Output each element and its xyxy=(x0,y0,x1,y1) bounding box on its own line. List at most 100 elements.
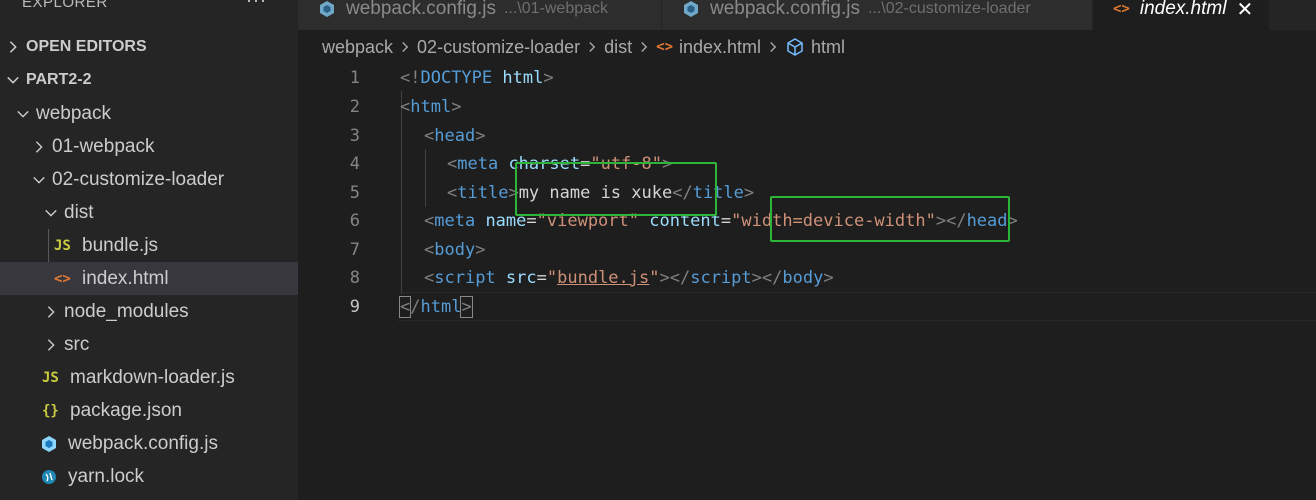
line-number: 6 xyxy=(349,210,360,231)
code-token: body xyxy=(782,267,824,288)
code-token: ></ xyxy=(659,267,691,288)
chevron-right-icon xyxy=(42,305,60,319)
line-number: 3 xyxy=(349,125,360,146)
tree-item-label: yarn.lock xyxy=(68,465,145,487)
chevron-right-icon xyxy=(767,41,779,53)
code-token: meta xyxy=(434,210,476,231)
tree-item-label: package.json xyxy=(70,399,182,421)
js-file-icon: JS xyxy=(42,369,59,386)
tab-label: webpack.config.js xyxy=(346,0,496,19)
code-line: 1 <!DOCTYPE html> xyxy=(298,63,1316,92)
json-file-icon: {} xyxy=(42,402,59,419)
html-file-icon: <> xyxy=(656,39,673,55)
code-token: html xyxy=(492,67,544,88)
line-number: 1 xyxy=(349,67,360,88)
code-token: < xyxy=(447,182,458,203)
matching-bracket: < xyxy=(398,295,412,318)
breadcrumb-item[interactable]: html xyxy=(811,37,845,58)
annotation-box-title xyxy=(515,162,717,216)
code-token: html xyxy=(420,296,462,317)
code-token: > xyxy=(475,239,486,260)
tab-webpack-config-01[interactable]: webpack.config.js ...\01-webpack xyxy=(298,0,662,30)
html-file-icon: <> xyxy=(54,270,71,287)
tab-bar: webpack.config.js ...\01-webpack webpack… xyxy=(298,0,1316,30)
open-editors-section[interactable]: OPEN EDITORS xyxy=(0,30,298,63)
webpack-cube-icon xyxy=(318,0,336,18)
breadcrumb-item[interactable]: 02-customize-loader xyxy=(417,37,580,58)
tree-item-label: markdown-loader.js xyxy=(70,366,235,388)
code-token: < xyxy=(424,239,435,260)
tab-description: ...\02-customize-loader xyxy=(867,0,1031,17)
tab-webpack-config-02[interactable]: webpack.config.js ...\02-customize-loade… xyxy=(662,0,1093,30)
line-number: 7 xyxy=(349,239,360,260)
code-token: < xyxy=(400,96,411,117)
code-text: <script src="bundle.js"></script></body> xyxy=(424,268,834,288)
code-token: body xyxy=(434,239,476,260)
tree-item-label: webpack xyxy=(36,102,111,124)
tree-item-src[interactable]: src xyxy=(0,328,298,361)
line-number: 4 xyxy=(349,153,360,174)
tab-description: ...\01-webpack xyxy=(503,0,609,17)
tree-item-webpack-config-js[interactable]: webpack.config.js xyxy=(0,427,298,460)
tree-item-webpack[interactable]: webpack xyxy=(0,97,298,130)
tree-item-package-json[interactable]: {} package.json xyxy=(0,394,298,427)
tree-item-label: node_modules xyxy=(64,300,189,322)
code-token: src xyxy=(495,267,537,288)
chevron-down-icon xyxy=(30,173,48,187)
breadcrumb-item[interactable]: dist xyxy=(604,37,632,58)
tree-item-node-modules[interactable]: node_modules xyxy=(0,295,298,328)
explorer-sidebar: EXPLORER ··· OPEN EDITORS PART2-2 webpac… xyxy=(0,0,298,500)
breadcrumb-item[interactable]: index.html xyxy=(679,37,761,58)
code-token: > xyxy=(823,267,834,288)
line-number: 2 xyxy=(349,96,360,117)
close-icon[interactable]: ✕ xyxy=(1236,0,1253,22)
code-token: " xyxy=(546,267,558,288)
webpack-cube-icon xyxy=(40,435,62,453)
breadcrumb-item[interactable]: webpack xyxy=(322,37,393,58)
more-actions-icon[interactable]: ··· xyxy=(246,0,267,11)
code-text: <html> xyxy=(400,97,461,117)
code-text: <body> xyxy=(424,240,485,260)
code-token: head xyxy=(434,125,476,146)
chevron-right-icon xyxy=(399,41,411,53)
code-token: DOCTYPE xyxy=(420,67,493,88)
tab-index-html[interactable]: <> index.html ✕ xyxy=(1093,0,1270,30)
annotation-box-content xyxy=(770,196,1010,242)
tree-item-bundle-js[interactable]: JS bundle.js xyxy=(0,229,298,262)
tab-label: index.html xyxy=(1139,0,1227,19)
chevron-down-icon xyxy=(42,206,60,220)
tab-label: webpack.config.js xyxy=(710,0,860,19)
tree-item-dist[interactable]: dist xyxy=(0,196,298,229)
code-token: < xyxy=(447,153,458,174)
matching-bracket: > xyxy=(460,295,473,318)
html-file-icon: <> xyxy=(1113,1,1130,17)
tree-item-markdown-loader-js[interactable]: JS markdown-loader.js xyxy=(0,361,298,394)
code-token: title xyxy=(457,182,509,203)
line-number: 8 xyxy=(349,267,360,288)
code-editor[interactable]: 1 <!DOCTYPE html> 2 <html> 3 <head> 4 <m… xyxy=(298,62,1316,500)
code-line-current: 9 </html> xyxy=(298,292,1316,321)
tree-item-index-html[interactable]: <> index.html xyxy=(0,262,298,295)
line-number: 9 xyxy=(349,296,360,317)
chevron-down-icon xyxy=(4,73,22,87)
tree-item-02-customize-loader[interactable]: 02-customize-loader xyxy=(0,163,298,196)
js-file-icon: JS xyxy=(54,237,71,254)
code-token: meta xyxy=(457,153,499,174)
tree-item-yarn-lock[interactable]: yarn.lock xyxy=(0,460,298,493)
code-token: html xyxy=(410,96,452,117)
code-line: 2 <html> xyxy=(298,92,1316,121)
code-line: 3 <head> xyxy=(298,121,1316,150)
code-token: ></ xyxy=(751,267,783,288)
workspace-section[interactable]: PART2-2 xyxy=(0,63,298,96)
tree-item-label: dist xyxy=(64,201,94,223)
line-number: 5 xyxy=(349,182,360,203)
code-token: < xyxy=(424,210,435,231)
breadcrumb: webpack 02-customize-loader dist <> inde… xyxy=(322,35,845,59)
file-link[interactable]: bundle.js xyxy=(557,268,649,288)
code-token: > xyxy=(451,96,462,117)
code-token: <! xyxy=(400,67,421,88)
explorer-title: EXPLORER xyxy=(22,0,108,11)
workspace-label: PART2-2 xyxy=(26,70,92,88)
chevron-right-icon xyxy=(586,41,598,53)
tree-item-01-webpack[interactable]: 01-webpack xyxy=(0,130,298,163)
